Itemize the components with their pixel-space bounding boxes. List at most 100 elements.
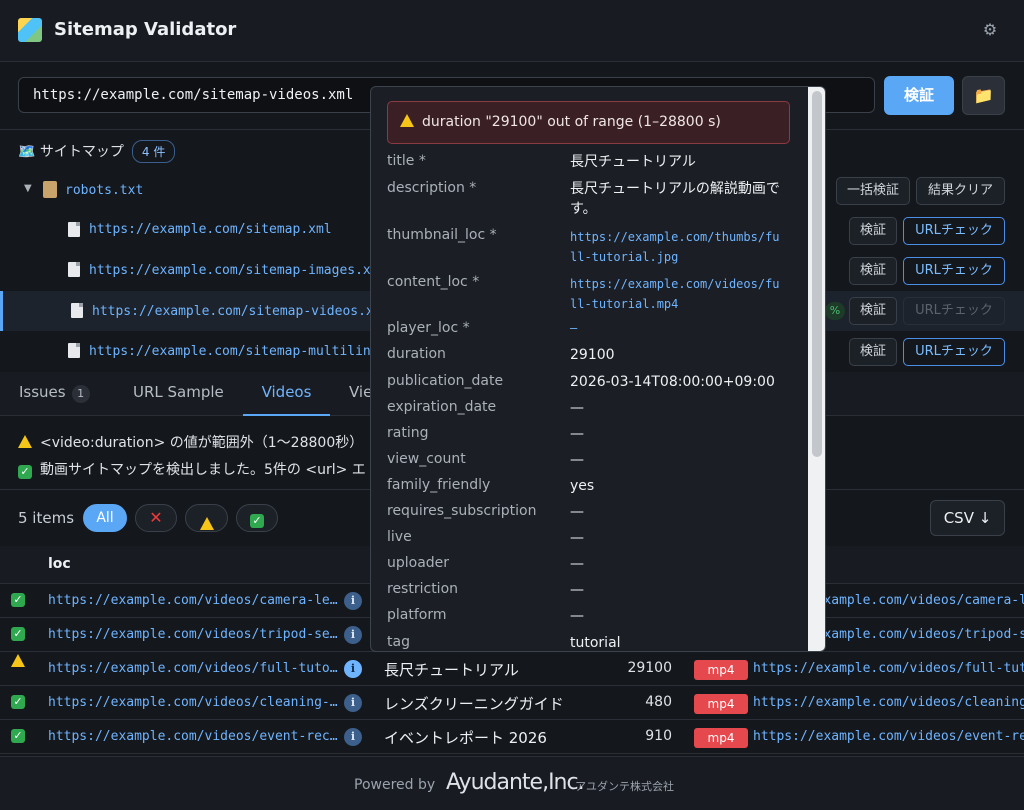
brand-subtitle: アユダンテ株式会社 xyxy=(575,780,674,793)
info-icon[interactable]: i xyxy=(344,728,362,746)
field-key: tag xyxy=(387,634,410,650)
tab-url-sample[interactable]: URL Sample xyxy=(133,372,224,416)
row-format-badge: mp4 xyxy=(694,694,748,714)
gear-icon[interactable]: ⚙ xyxy=(980,20,1000,40)
tab-issues-label: Issues xyxy=(19,383,66,401)
url-check-button[interactable]: URLチェック xyxy=(903,217,1005,245)
field-value-link[interactable]: https://example.com/thumbs/full-tutorial… xyxy=(570,227,785,267)
bulk-validate-button[interactable]: 一括検証 xyxy=(836,177,910,205)
chevron-down-icon[interactable]: ▼ xyxy=(24,183,32,194)
open-file-button[interactable]: 📁 xyxy=(962,76,1005,115)
field-key: family_friendly xyxy=(387,477,491,493)
info-icon[interactable]: i xyxy=(344,694,362,712)
url-check-button-disabled[interactable]: URLチェック xyxy=(903,297,1005,325)
app-title: Sitemap Validator xyxy=(54,19,237,40)
row-loc-link[interactable]: https://example.com/videos/tripod-se… xyxy=(48,627,338,642)
check-icon: ✓ xyxy=(11,627,25,641)
validate-button[interactable]: 検証 xyxy=(884,76,954,115)
field-key: rating xyxy=(387,425,429,441)
sitemap-link[interactable]: https://example.com/sitemap.xml xyxy=(89,222,332,237)
ok-message: ✓ 動画サイトマップを検出しました。5件の <url> エ xyxy=(18,459,366,479)
validate-item-button[interactable]: 検証 xyxy=(849,338,897,366)
clipboard-icon xyxy=(43,181,57,198)
field-key: requires_subscription xyxy=(387,503,537,519)
field-key: player_loc * xyxy=(387,320,470,336)
info-icon-active[interactable]: i xyxy=(344,660,362,678)
row-duration: 910 xyxy=(645,728,672,744)
check-icon: ✓ xyxy=(11,593,25,607)
tab-issues[interactable]: Issues 1 xyxy=(19,372,90,416)
field-key: publication_date xyxy=(387,373,504,389)
video-detail-popup: duration "29100" out of range (1–28800 s… xyxy=(370,86,826,652)
field-value-link[interactable]: — xyxy=(570,318,785,338)
filter-ok-button[interactable]: ✓ xyxy=(236,504,278,532)
field-value: — xyxy=(570,530,584,546)
table-row[interactable]: ✓ https://example.com/videos/cleaning-… … xyxy=(0,686,1024,720)
check-icon: ✓ xyxy=(11,729,25,743)
table-row[interactable]: ✓ https://example.com/videos/event-rec… … xyxy=(0,720,1024,754)
sitemap-tree-heading: 🗺️ サイトマップ 4 件 xyxy=(18,140,176,163)
row-loc-link[interactable]: https://example.com/videos/cleaning-… xyxy=(48,695,338,710)
filter-error-button[interactable]: ✕ xyxy=(135,504,177,532)
clear-results-button[interactable]: 結果クリア xyxy=(916,177,1005,205)
powered-by-text: Powered by xyxy=(354,777,436,793)
validate-item-button[interactable]: 検証 xyxy=(849,217,897,245)
field-key: live xyxy=(387,529,412,545)
field-value: 長尺チュートリアル xyxy=(570,154,696,170)
row-loc-link[interactable]: https://example.com/videos/full-tuto… xyxy=(48,661,338,676)
app-root: Sitemap Validator ⚙ https://example.com/… xyxy=(0,0,1024,810)
check-icon: ✓ xyxy=(11,695,25,709)
row-loc-link[interactable]: https://example.com/videos/event-rec… xyxy=(48,729,338,744)
row-content-link[interactable]: https://example.com/videos/event-rec xyxy=(753,729,1024,744)
field-value: 長尺チュートリアルの解説動画です。 xyxy=(570,181,780,217)
field-key: thumbnail_loc * xyxy=(387,227,497,243)
field-value: — xyxy=(570,426,584,442)
ok-message-text: 動画サイトマップを検出しました。5件の <url> エ xyxy=(40,462,366,478)
row-format-badge: mp4 xyxy=(694,660,748,680)
row-title: 長尺チュートリアル xyxy=(384,661,519,679)
tab-view[interactable]: Vie xyxy=(349,372,372,416)
popup-scrollbar-thumb[interactable] xyxy=(812,91,822,457)
row-content-link[interactable]: https://example.com/videos/full-tuto xyxy=(753,661,1024,676)
app-header: Sitemap Validator ⚙ xyxy=(0,0,1024,62)
brand-logo[interactable]: Ayudante,Inc. xyxy=(446,770,585,795)
popup-error-banner: duration "29100" out of range (1–28800 s… xyxy=(387,101,790,144)
row-format-badge: mp4 xyxy=(694,728,748,748)
sitemap-link[interactable]: https://example.com/sitemap-images.xml xyxy=(89,263,386,278)
filter-warning-button[interactable] xyxy=(185,504,228,532)
field-key: duration xyxy=(387,346,446,362)
warning-icon xyxy=(400,114,414,127)
robots-link[interactable]: robots.txt xyxy=(65,183,143,198)
row-title: イベントレポート 2026 xyxy=(384,729,547,747)
field-value-link[interactable]: https://example.com/videos/full-tutorial… xyxy=(570,274,785,314)
field-value: — xyxy=(570,608,584,624)
issues-count-badge: 1 xyxy=(71,385,90,403)
popup-error-text: duration "29100" out of range (1–28800 s… xyxy=(422,114,721,130)
row-duration: 29100 xyxy=(627,660,672,676)
sitemap-link[interactable]: https://example.com/sitemap-videos.xml xyxy=(92,304,389,319)
table-row[interactable]: https://example.com/videos/full-tuto… i … xyxy=(0,652,1024,686)
csv-download-button[interactable]: CSV ↓ xyxy=(930,500,1005,536)
items-count: 5 items xyxy=(18,509,75,527)
tab-videos[interactable]: Videos xyxy=(243,372,330,416)
row-content-link[interactable]: https://example.com/videos/cleaning- xyxy=(753,695,1024,710)
info-icon[interactable]: i xyxy=(344,592,362,610)
result-badge: % xyxy=(825,302,845,320)
document-icon xyxy=(68,262,80,277)
validate-item-button[interactable]: 検証 xyxy=(849,297,897,325)
sitemap-tree-title: 🗺️ サイトマップ xyxy=(18,144,124,160)
row-duration: 480 xyxy=(645,694,672,710)
column-header-loc[interactable]: loc xyxy=(48,556,71,572)
folder-icon: 📁 xyxy=(973,86,994,105)
url-check-button[interactable]: URLチェック xyxy=(903,257,1005,285)
field-key: platform xyxy=(387,607,447,623)
filter-all-button[interactable]: All xyxy=(83,504,127,532)
url-check-button[interactable]: URLチェック xyxy=(903,338,1005,366)
row-loc-link[interactable]: https://example.com/videos/camera-le… xyxy=(48,593,338,608)
warning-icon xyxy=(18,435,32,448)
sitemap-count-badge: 4 件 xyxy=(131,140,176,163)
field-value: — xyxy=(570,400,584,416)
validate-item-button[interactable]: 検証 xyxy=(849,257,897,285)
document-icon xyxy=(68,343,80,358)
info-icon[interactable]: i xyxy=(344,626,362,644)
